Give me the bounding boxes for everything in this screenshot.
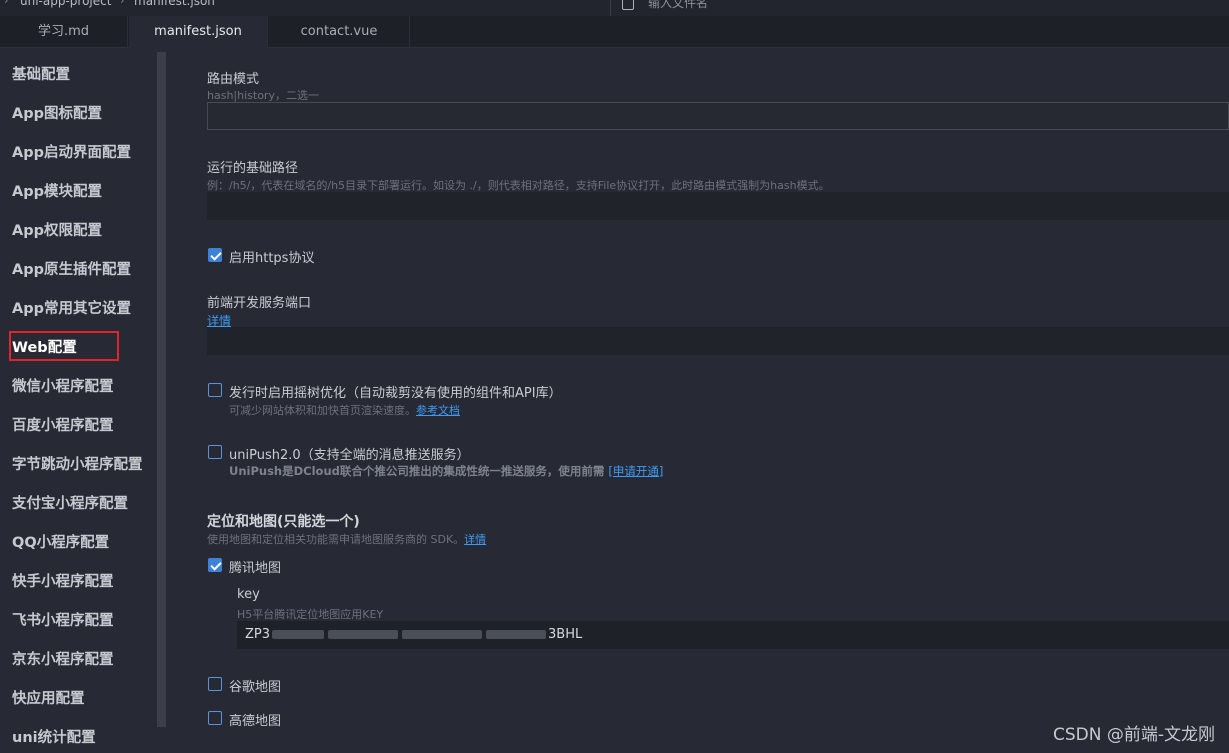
sidebar-item-weixin[interactable]: 微信小程序配置 xyxy=(12,375,114,396)
sidebar-item-quickapp[interactable]: 快应用配置 xyxy=(12,687,85,708)
dev-port-details-link[interactable]: 详情 xyxy=(207,314,231,328)
tab-contact-vue[interactable]: contact.vue xyxy=(269,16,410,48)
sidebar-item-uni-stat[interactable]: uni统计配置 xyxy=(12,726,96,747)
google-map-checkbox[interactable] xyxy=(208,677,222,691)
editor-tabs: 学习.md manifest.json contact.vue xyxy=(0,16,1229,48)
router-mode-label: 路由模式 xyxy=(207,72,260,87)
router-mode-input[interactable] xyxy=(207,102,1229,130)
tree-shaking-checkbox[interactable] xyxy=(208,383,222,397)
tree-shaking-hint: 可减少网站体积和加快首页渲染速度。 xyxy=(229,404,416,417)
key-input[interactable]: ZP3 3BHL xyxy=(237,621,1229,649)
breadcrumb-project[interactable]: uni-app-project xyxy=(20,0,111,8)
amap-label: 高德地图 xyxy=(229,714,282,729)
unipush-label: uniPush2.0（支持全端的消息推送服务） xyxy=(229,448,470,463)
sidebar-item-kuaishou[interactable]: 快手小程序配置 xyxy=(12,570,114,591)
sidebar-item-qq[interactable]: QQ小程序配置 xyxy=(12,531,109,552)
breadcrumb-file[interactable]: manifest.json xyxy=(134,0,215,8)
map-details-link[interactable]: 详情 xyxy=(464,533,486,546)
sidebar-item-app-modules[interactable]: App模块配置 xyxy=(12,180,102,201)
map-section-title: 定位和地图(只能选一个) xyxy=(207,514,360,530)
tab-manifest-json[interactable]: manifest.json xyxy=(129,16,268,48)
csdn-watermark: CSDN @前端-文龙刚 xyxy=(1052,725,1215,745)
sidebar-item-basic[interactable]: 基础配置 xyxy=(12,63,70,84)
web-highlight-box xyxy=(9,331,119,361)
tree-shaking-hint-wrap: 可减少网站体积和加快首页渲染速度。参考文档 xyxy=(229,402,460,418)
redacted-block xyxy=(486,630,547,639)
sidebar-item-app-splash[interactable]: App启动界面配置 xyxy=(12,141,131,162)
search-input[interactable]: 输入文件名 xyxy=(648,0,708,10)
apply-link[interactable]: [申请开通] xyxy=(608,464,663,478)
sidebar-scrollbar[interactable] xyxy=(157,52,166,727)
sidebar-item-app-other[interactable]: App常用其它设置 xyxy=(12,297,131,318)
redacted-block xyxy=(328,630,399,639)
tencent-map-checkbox[interactable] xyxy=(208,558,222,572)
dev-port-field[interactable] xyxy=(207,327,1229,355)
router-mode-hint: hash|history，二选一 xyxy=(207,89,319,102)
dev-port-input[interactable] xyxy=(207,327,1229,355)
config-sidebar: 基础配置 App图标配置 App启动界面配置 App模块配置 App权限配置 A… xyxy=(0,48,157,753)
unipush-hint: UniPush是DCloud联合个推公司推出的集成性统一推送服务，使用前需 xyxy=(229,464,605,478)
key-suffix: 3BHL xyxy=(548,627,583,642)
google-map-label: 谷歌地图 xyxy=(229,680,282,695)
redacted-block xyxy=(402,630,483,639)
amap-checkbox[interactable] xyxy=(208,711,222,725)
sidebar-item-feishu[interactable]: 飞书小程序配置 xyxy=(12,609,114,630)
map-section-hint-wrap: 使用地图和定位相关功能需申请地图服务商的 SDK。详情 xyxy=(207,531,486,547)
redacted-block xyxy=(272,630,325,639)
key-hint: H5平台腾讯定位地图应用KEY xyxy=(237,608,384,621)
sidebar-item-baidu[interactable]: 百度小程序配置 xyxy=(12,414,114,435)
base-path-hint: 例：/h5/，代表在域名的/h5目录下部署运行。如设为 ./，则代表相对路径，支… xyxy=(207,179,830,192)
map-section-hint: 使用地图和定位相关功能需申请地图服务商的 SDK。 xyxy=(207,533,465,546)
https-label: 启用https协议 xyxy=(229,251,315,266)
base-path-field[interactable] xyxy=(207,192,1229,220)
dev-port-label: 前端开发服务端口 xyxy=(207,296,312,311)
sidebar-item-app-permissions[interactable]: App权限配置 xyxy=(12,219,102,240)
router-mode-field[interactable] xyxy=(208,103,1228,129)
sidebar-item-toutiao[interactable]: 字节跳动小程序配置 xyxy=(12,453,143,474)
key-prefix: ZP3 xyxy=(245,627,271,642)
file-search[interactable]: 输入文件名 xyxy=(622,0,708,11)
sidebar-item-jd[interactable]: 京东小程序配置 xyxy=(12,648,114,669)
base-path-input[interactable] xyxy=(207,192,1229,220)
tencent-map-label: 腾讯地图 xyxy=(229,561,282,576)
breadcrumb-chevron-icon: › xyxy=(120,0,125,7)
breadcrumb-chevron-icon: › xyxy=(4,0,9,7)
sidebar-item-app-icon[interactable]: App图标配置 xyxy=(12,102,102,123)
sidebar-item-alipay[interactable]: 支付宝小程序配置 xyxy=(12,492,128,513)
tab-study-md[interactable]: 学习.md xyxy=(0,16,128,48)
reference-docs-link[interactable]: 参考文档 xyxy=(416,404,460,417)
breadcrumb-bar: › uni-app-project › manifest.json 输入文件名 xyxy=(0,0,1229,16)
divider xyxy=(610,0,611,16)
search-icon xyxy=(622,0,634,10)
https-checkbox[interactable] xyxy=(208,248,222,262)
key-label: key xyxy=(237,587,260,602)
unipush-hint-wrap: UniPush是DCloud联合个推公司推出的集成性统一推送服务，使用前需 [申… xyxy=(229,463,663,479)
unipush-checkbox[interactable] xyxy=(208,445,222,459)
tree-shaking-label: 发行时启用摇树优化（自动裁剪没有使用的组件和API库） xyxy=(229,386,562,401)
base-path-label: 运行的基础路径 xyxy=(207,161,299,176)
sidebar-item-app-native-plugins[interactable]: App原生插件配置 xyxy=(12,258,131,279)
